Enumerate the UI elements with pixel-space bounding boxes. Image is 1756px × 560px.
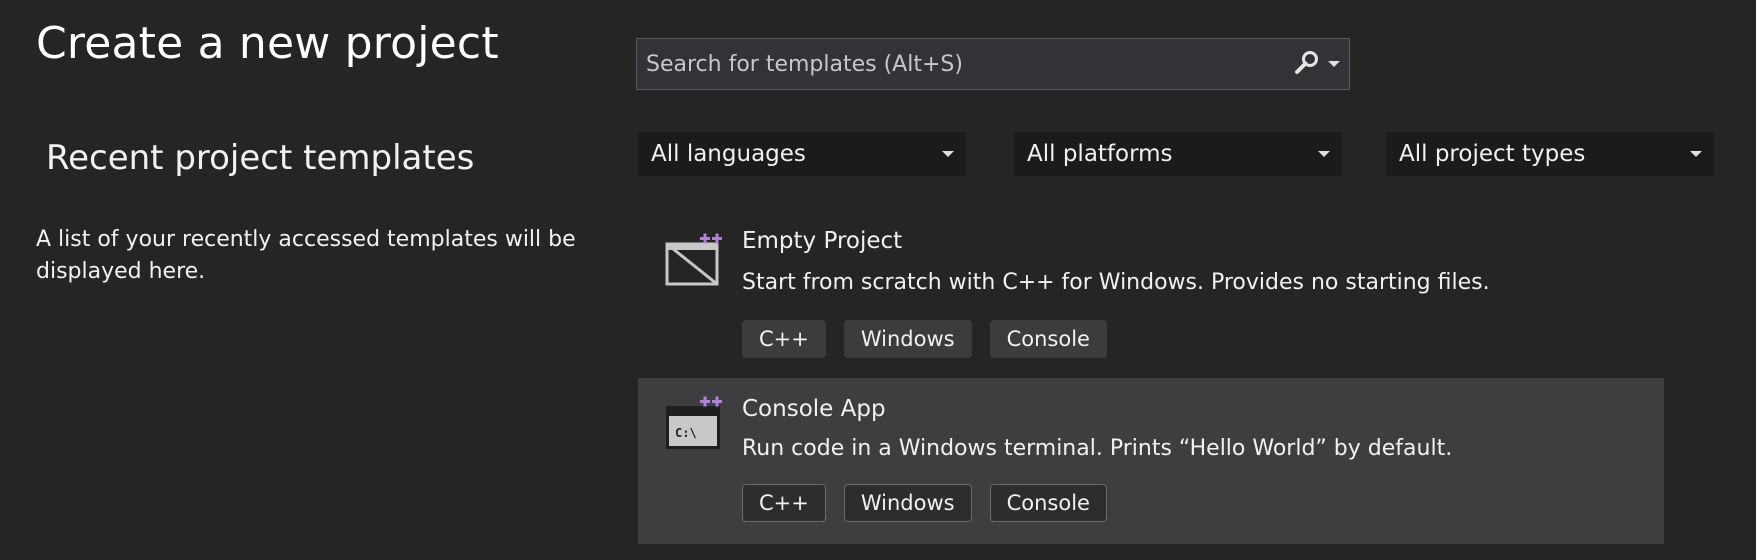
template-item-console-app[interactable]: C:\ Console App Run code in a Windows te… [638, 378, 1664, 544]
recent-templates-heading: Recent project templates [46, 138, 475, 178]
chevron-down-icon [1328, 61, 1340, 67]
template-title: Console App [742, 396, 886, 422]
template-tags: C++ Windows Console [742, 320, 1107, 358]
project-type-filter-value: All project types [1399, 141, 1586, 167]
create-project-dialog: Create a new project Recent project temp… [0, 0, 1756, 560]
chevron-down-icon [942, 151, 954, 157]
tag-language: C++ [742, 484, 826, 522]
search-input[interactable] [637, 39, 1285, 89]
page-title: Create a new project [36, 18, 499, 69]
language-filter-dropdown[interactable]: All languages [638, 132, 966, 176]
empty-project-icon [662, 230, 724, 288]
console-app-icon: C:\ [662, 394, 724, 452]
search-icon [1294, 49, 1320, 79]
tag-platform: Windows [843, 320, 972, 358]
chevron-down-icon [1690, 151, 1702, 157]
template-description: Start from scratch with C++ for Windows.… [742, 270, 1490, 295]
template-title: Empty Project [742, 228, 903, 254]
language-filter-value: All languages [651, 141, 806, 167]
project-type-filter-dropdown[interactable]: All project types [1386, 132, 1714, 176]
tag-project-type: Console [989, 484, 1107, 522]
search-options-button[interactable] [1285, 39, 1349, 89]
template-description: Run code in a Windows terminal. Prints “… [742, 436, 1453, 461]
tag-platform: Windows [843, 484, 972, 522]
tag-language: C++ [742, 320, 826, 358]
recent-templates-description: A list of your recently accessed templat… [36, 227, 576, 284]
chevron-down-icon [1318, 151, 1330, 157]
tag-project-type: Console [989, 320, 1107, 358]
platform-filter-dropdown[interactable]: All platforms [1014, 132, 1342, 176]
svg-text:C:\: C:\ [675, 426, 697, 440]
template-tags: C++ Windows Console [742, 484, 1107, 522]
template-item-empty-project[interactable]: Empty Project Start from scratch with C+… [638, 214, 1664, 364]
template-search-box [636, 38, 1350, 90]
platform-filter-value: All platforms [1027, 141, 1173, 167]
